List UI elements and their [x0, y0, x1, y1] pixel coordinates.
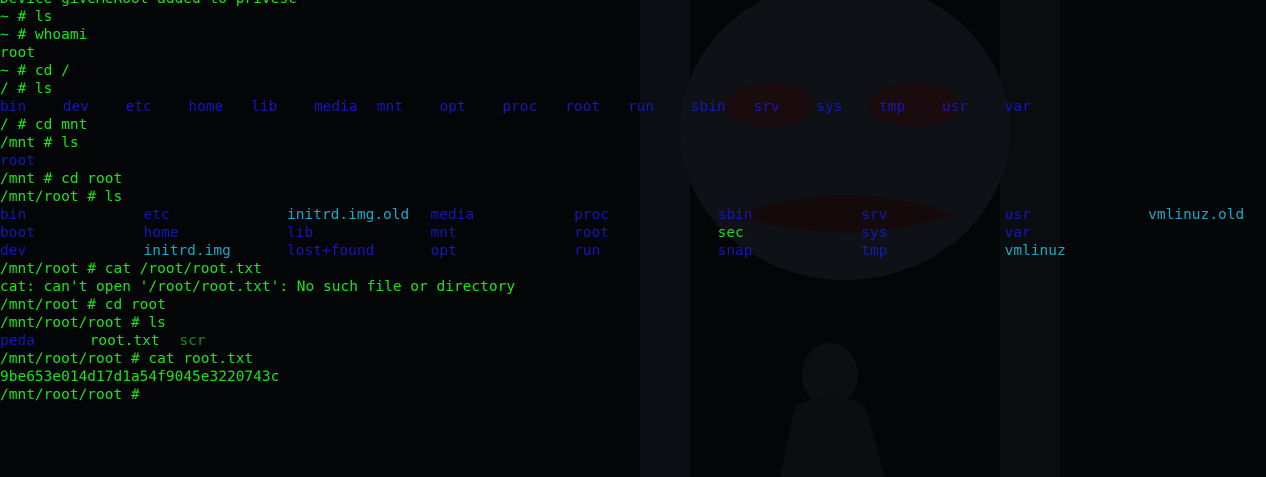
ls-entry: root.txt	[89, 333, 160, 349]
terminal-line: bin etc initrd.img.old media proc sbin srv usr v…	[0, 206, 1266, 224]
ls-entry: usr	[1004, 207, 1031, 223]
ls-entry: dev	[0, 243, 27, 259]
terminal-text: /mnt/root # cat /root/root.txt	[0, 261, 262, 277]
terminal-text: ~ # whoami	[0, 27, 88, 43]
ls-entry: sbin	[690, 99, 726, 115]
terminal-text: root	[0, 153, 35, 169]
ls-entry: run	[627, 99, 655, 115]
ls-entry: home	[143, 225, 179, 241]
ls-entry: vmlinuz	[1004, 243, 1066, 259]
ls-entry: etc	[143, 207, 170, 223]
ls-entry: opt	[439, 99, 466, 115]
ls-entry: mnt	[376, 99, 403, 115]
ls-entry: vmlinuz.old	[1148, 207, 1245, 223]
terminal-text: /mnt # ls	[0, 135, 79, 151]
terminal-text: /mnt/root/root # cat root.txt	[0, 351, 254, 367]
terminal-text: Device giveMeRoot added to privesc	[0, 0, 297, 8]
terminal-text: /mnt/root # cd root	[0, 297, 166, 313]
terminal-line: /mnt/root # ls	[0, 188, 1266, 206]
terminal-line: bin dev etc home lib media mnt opt proc root run sb…	[0, 98, 1266, 116]
ls-entry: dev	[62, 99, 89, 115]
terminal-line: ~ # whoami	[0, 26, 1266, 44]
ls-entry: opt	[430, 243, 457, 259]
ls-entry: root	[565, 99, 601, 115]
ls-entry: tmp	[879, 99, 906, 115]
ls-entry: sys	[861, 225, 888, 241]
terminal-line: root	[0, 152, 1266, 170]
terminal-text: / # cd mnt	[0, 117, 88, 133]
ls-entry: srv	[861, 207, 888, 223]
terminal-line: dev initrd.img lost+found opt run snap tmp vmli…	[0, 242, 1266, 260]
ls-entry: bin	[0, 207, 27, 223]
ls-entry: media	[313, 99, 358, 115]
ls-entry: peda	[0, 333, 35, 349]
terminal-text: /mnt # cd root	[0, 171, 123, 187]
terminal-line: 9be653e014d17d1a54f9045e3220743c	[0, 368, 1266, 386]
ls-entry: sys	[816, 99, 843, 115]
terminal-text: ~ # cd /	[0, 63, 70, 79]
ls-entry: proc	[574, 207, 609, 223]
terminal-line: Device giveMeRoot added to privesc	[0, 0, 1266, 8]
ls-entry: sec	[717, 225, 744, 241]
terminal-text: / # ls	[0, 81, 53, 97]
ls-entry: var	[1004, 99, 1031, 115]
terminal-line: /mnt/root # cd root	[0, 296, 1266, 314]
ls-entry: initrd.img.old	[287, 207, 410, 223]
ls-entry: scr	[179, 333, 206, 349]
terminal-text: /mnt/root/root #	[0, 387, 149, 403]
terminal-text: /mnt/root/root # ls	[0, 315, 166, 331]
ls-entry: boot	[0, 225, 35, 241]
ls-entry: run	[574, 243, 601, 259]
ls-entry: sbin	[717, 207, 753, 223]
ls-entry: usr	[941, 99, 969, 115]
terminal-line: / # cd mnt	[0, 116, 1266, 134]
ls-entry: tmp	[861, 243, 888, 259]
terminal-text: root	[0, 45, 35, 61]
ls-entry: var	[1004, 225, 1031, 241]
ls-entry: srv	[753, 99, 780, 115]
ls-entry: proc	[502, 99, 538, 115]
terminal-line: /mnt # ls	[0, 134, 1266, 152]
terminal-line: /mnt/root/root # cat root.txt	[0, 350, 1266, 368]
ls-entry: initrd.img	[143, 243, 231, 259]
terminal-line: /mnt/root # cat /root/root.txt	[0, 260, 1266, 278]
terminal-line: / # ls	[0, 80, 1266, 98]
terminal-line: peda root.txt scr	[0, 332, 1266, 350]
terminal-line: /mnt # cd root	[0, 170, 1266, 188]
terminal-line: /mnt/root/root # ls	[0, 314, 1266, 332]
terminal-text: /mnt/root # ls	[0, 189, 123, 205]
terminal-line: boot home lib mnt root sec sys var	[0, 224, 1266, 242]
ls-entry: mnt	[430, 225, 457, 241]
terminal-output[interactable]: Device giveMeRoot added to privesc~ # ls…	[0, 0, 1266, 404]
terminal-line: ~ # ls	[0, 8, 1266, 26]
ls-entry: etc	[125, 99, 152, 115]
terminal-line: cat: can't open '/root/root.txt': No suc…	[0, 278, 1266, 296]
terminal-line: root	[0, 44, 1266, 62]
terminal-text: 9be653e014d17d1a54f9045e3220743c	[0, 369, 280, 385]
ls-entry: root	[574, 225, 609, 241]
terminal-text: ~ # ls	[0, 9, 53, 25]
ls-entry: snap	[717, 243, 753, 259]
ls-entry: bin	[0, 99, 27, 115]
ls-entry: lost+found	[287, 243, 375, 259]
terminal-line: ~ # cd /	[0, 62, 1266, 80]
terminal-text: cat: can't open '/root/root.txt': No suc…	[0, 279, 516, 295]
ls-entry: lib	[251, 99, 278, 115]
terminal-line: /mnt/root/root #	[0, 386, 1266, 404]
ls-entry: lib	[287, 225, 314, 241]
ls-entry: media	[430, 207, 475, 223]
ls-entry: home	[188, 99, 224, 115]
